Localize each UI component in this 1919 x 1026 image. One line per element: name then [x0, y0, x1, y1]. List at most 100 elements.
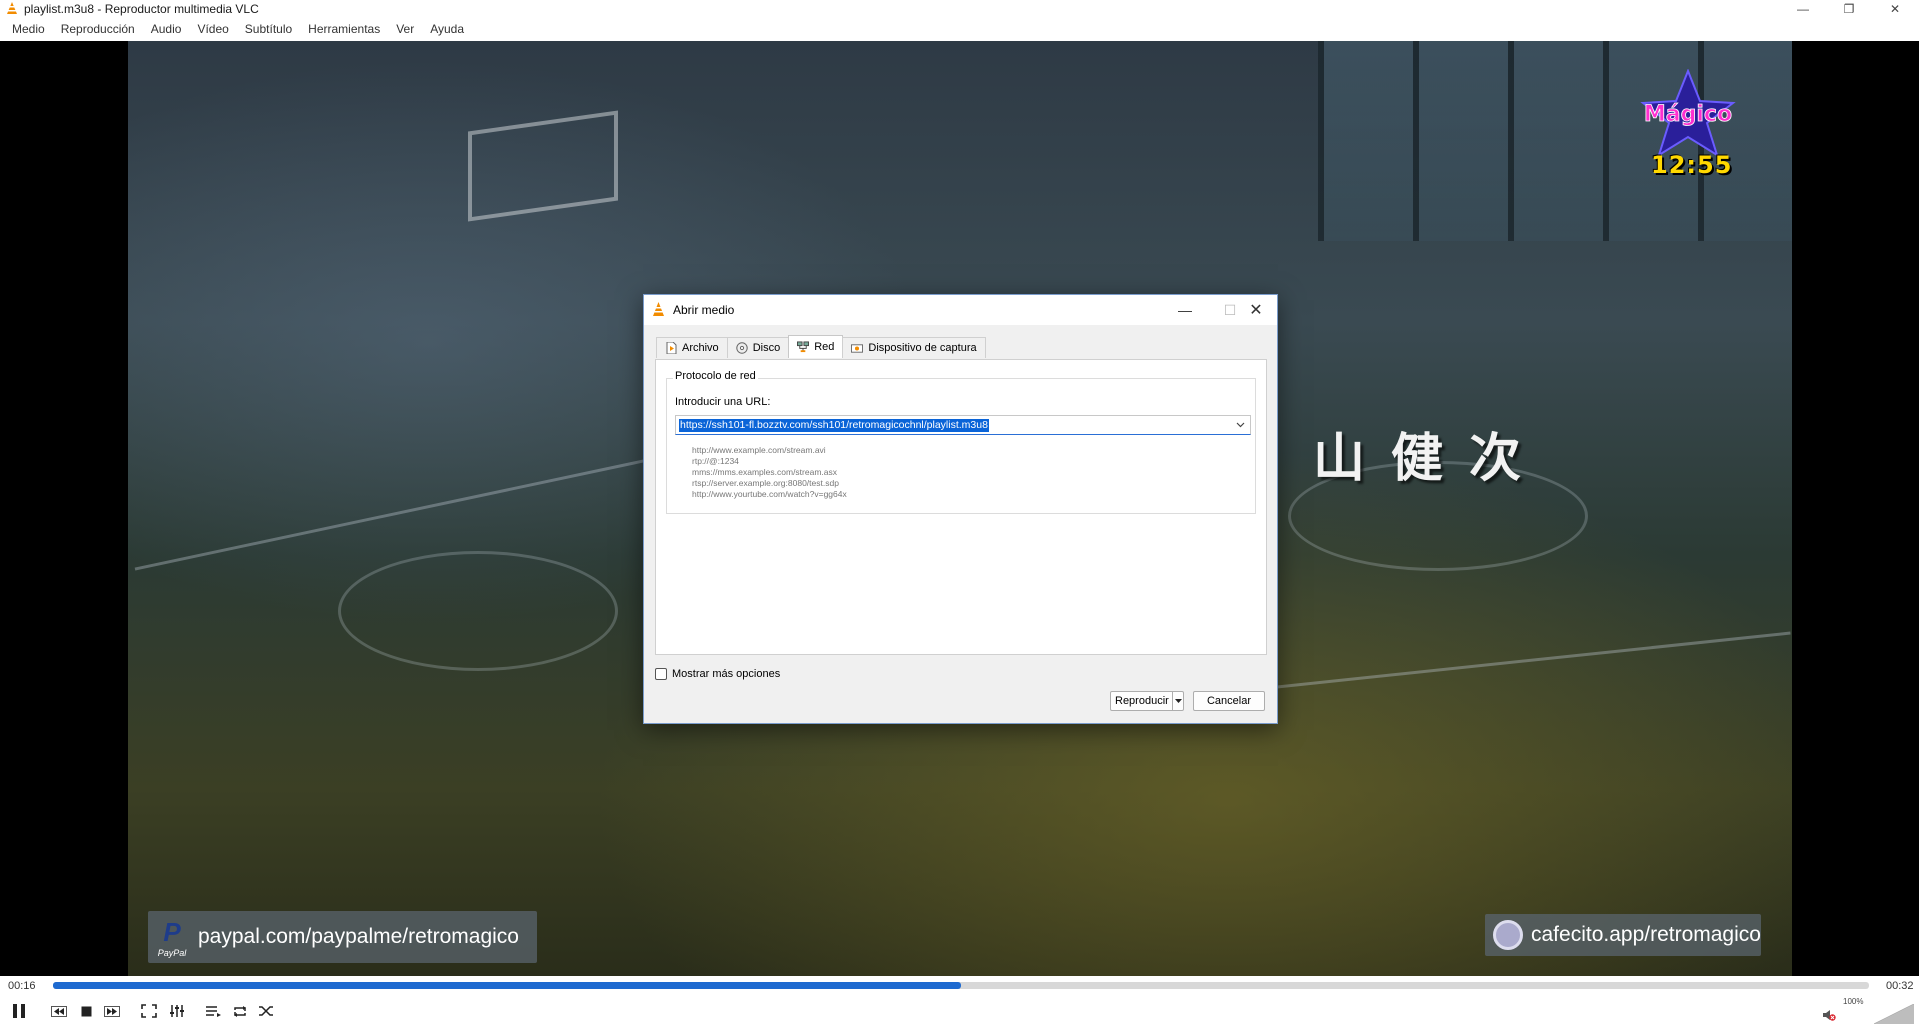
volume-label: 100% — [1843, 997, 1864, 1006]
next-button[interactable] — [101, 1000, 123, 1022]
tab-dispositivo-captura-label: Dispositivo de captura — [868, 342, 977, 354]
paypal-banner-text: paypal.com/paypalme/retromagico — [198, 925, 519, 948]
overlay-kanji-caption: 山健次 — [1313, 429, 1548, 489]
seek-row: 00:16 00:32 — [0, 976, 1919, 996]
more-options-checkbox[interactable] — [655, 668, 667, 680]
network-icon — [797, 341, 810, 353]
playlist-button[interactable] — [202, 1000, 224, 1022]
url-examples: http://www.example.com/stream.avi rtp://… — [692, 445, 847, 500]
volume-slider-level — [1874, 1004, 1914, 1024]
paypal-banner: P PayPal paypal.com/paypalme/retromagico — [148, 911, 537, 963]
dialog-minimize-button[interactable]: — — [1165, 295, 1205, 325]
channel-logo: Mágico — [1640, 69, 1736, 158]
loop-button[interactable] — [229, 1000, 251, 1022]
minimize-icon: — — [1797, 1, 1809, 16]
tab-red-label: Red — [814, 341, 835, 353]
loop-icon — [234, 1005, 246, 1017]
menu-ayuda[interactable]: Ayuda — [422, 22, 472, 36]
pause-button[interactable] — [7, 1000, 31, 1022]
tab-archivo-label: Archivo — [682, 342, 719, 354]
url-input-value: https://ssh101-fl.bozztv.com/ssh101/retr… — [679, 419, 989, 432]
shuffle-button[interactable] — [255, 1000, 277, 1022]
menu-herramientas[interactable]: Herramientas — [300, 22, 388, 36]
play-button-label: Reproducir — [1115, 695, 1169, 707]
tab-disco-label: Disco — [752, 342, 781, 354]
cafecito-banner: cafecito.app/retromagico — [1485, 914, 1761, 956]
url-example: http://www.yourtube.com/watch?v=gg64x — [692, 489, 847, 499]
disc-icon — [735, 342, 748, 354]
dialog-title-bar: Abrir medio — ☐ ✕ — [644, 295, 1277, 325]
cancel-button[interactable]: Cancelar — [1193, 691, 1265, 711]
minimize-button[interactable]: — — [1780, 0, 1826, 17]
capture-device-icon — [851, 342, 864, 354]
url-input[interactable]: https://ssh101-fl.bozztv.com/ssh101/retr… — [675, 415, 1251, 435]
url-example: rtp://@:1234 — [692, 456, 739, 466]
url-example: rtsp://server.example.org:8080/test.sdp — [692, 478, 839, 488]
menu-bar: Medio Reproducción Audio Vídeo Subtítulo… — [0, 17, 1919, 41]
menu-ver[interactable]: Ver — [388, 22, 422, 36]
pause-icon — [13, 1004, 25, 1018]
equalizer-icon — [170, 1005, 184, 1017]
playlist-icon — [206, 1005, 221, 1017]
more-options-label: Mostrar más opciones — [672, 668, 781, 680]
close-icon: ✕ — [1249, 302, 1263, 319]
fullscreen-icon — [141, 1004, 157, 1018]
elapsed-time: 00:16 — [8, 980, 36, 992]
url-label: Introducir una URL: — [675, 396, 771, 408]
maximize-icon: ☐ — [1223, 301, 1237, 318]
play-options-dropdown[interactable] — [1172, 692, 1183, 710]
vlc-cone-icon — [653, 302, 664, 316]
total-time: 00:32 — [1886, 980, 1914, 992]
fullscreen-button[interactable] — [138, 1000, 160, 1022]
stop-icon — [81, 1006, 91, 1016]
chevron-down-icon — [1174, 699, 1182, 703]
url-example: mms://mms.examples.com/stream.asx — [692, 467, 837, 477]
paypal-logo-text: PayPal — [157, 947, 187, 958]
group-title: Protocolo de red — [673, 370, 758, 382]
menu-video[interactable]: Vídeo — [189, 22, 236, 36]
seek-bar-progress — [53, 982, 961, 989]
tab-dispositivo-captura[interactable]: Dispositivo de captura — [842, 337, 986, 358]
menu-audio[interactable]: Audio — [143, 22, 190, 36]
paypal-logo-icon: P PayPal — [157, 916, 187, 958]
dialog-tabs: Archivo Disco Red Dispositivo de captura — [656, 335, 986, 359]
title-bar: playlist.m3u8 - Reproductor multimedia V… — [0, 0, 1919, 17]
open-media-dialog: Abrir medio — ☐ ✕ Archivo Disco Red Disp… — [643, 294, 1278, 724]
file-icon — [665, 342, 677, 354]
menu-subtitulo[interactable]: Subtítulo — [237, 22, 300, 36]
menu-medio[interactable]: Medio — [4, 22, 53, 36]
seek-bar[interactable] — [53, 982, 1869, 989]
previous-icon — [51, 1005, 67, 1017]
restore-button[interactable]: ❐ — [1826, 0, 1872, 17]
play-button[interactable]: Reproducir — [1110, 691, 1184, 711]
tab-red[interactable]: Red — [788, 335, 844, 358]
playback-controls: 100% — [0, 996, 1919, 1026]
video-basketball-backboard — [468, 110, 618, 222]
channel-logo-text: Mágico — [1644, 102, 1732, 127]
vlc-cone-icon — [7, 2, 17, 14]
extended-settings-button[interactable] — [166, 1000, 188, 1022]
cafecito-logo-icon — [1493, 920, 1523, 950]
tab-archivo[interactable]: Archivo — [656, 337, 728, 358]
cancel-button-label: Cancelar — [1206, 695, 1252, 707]
close-button[interactable]: ✕ — [1872, 0, 1918, 17]
dialog-close-button[interactable]: ✕ — [1236, 295, 1276, 325]
stop-button[interactable] — [75, 1000, 97, 1022]
restore-icon: ❐ — [1843, 1, 1855, 16]
network-tab-panel: Protocolo de red Introducir una URL: htt… — [655, 359, 1267, 655]
chevron-down-icon[interactable] — [1232, 418, 1248, 432]
url-example: http://www.example.com/stream.avi — [692, 445, 826, 455]
volume-slider[interactable] — [1874, 1004, 1914, 1024]
volume-muted-icon[interactable] — [1822, 1008, 1836, 1022]
tab-disco[interactable]: Disco — [726, 337, 790, 358]
previous-button[interactable] — [48, 1000, 70, 1022]
overlay-clock: 12:55 — [1651, 151, 1733, 179]
minimize-icon: — — [1178, 302, 1192, 318]
dialog-title: Abrir medio — [673, 303, 735, 317]
more-options[interactable]: Mostrar más opciones — [655, 668, 780, 680]
menu-reproduccion[interactable]: Reproducción — [53, 22, 143, 36]
video-court-line — [1229, 631, 1791, 694]
network-protocol-group: Protocolo de red Introducir una URL: htt… — [666, 370, 1256, 514]
close-icon: ✕ — [1889, 1, 1901, 16]
video-court-circle — [338, 551, 618, 671]
